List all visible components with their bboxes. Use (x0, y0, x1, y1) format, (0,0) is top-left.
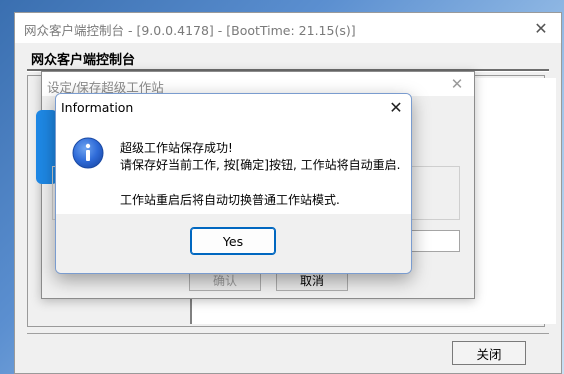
information-title: Information (61, 100, 134, 115)
information-icon (72, 137, 104, 169)
message-line-mode-switch: 工作站重启后将自动切换普通工作站模式. (120, 193, 340, 207)
console-close-button[interactable]: 关闭 (452, 341, 526, 365)
message-line-success: 超级工作站保存成功! (120, 141, 233, 155)
yes-button[interactable]: Yes (190, 227, 276, 255)
information-close-icon[interactable]: ✕ (381, 94, 411, 121)
desktop-background: 网众客户端控制台 - [9.0.0.4178] - [BootTime: 21.… (0, 0, 564, 374)
save-workstation-close-icon[interactable]: ✕ (444, 73, 470, 95)
console-close-icon[interactable]: ✕ (521, 13, 561, 43)
information-message-area: 超级工作站保存成功! 请保存好当前工作, 按[确定]按钮, 工作站将自动重启. … (56, 121, 411, 214)
information-dialog: Information ✕ 超级工作站保存成功! 请保存好当前工作, 按[确定]… (55, 93, 412, 274)
console-titlebar[interactable]: 网众客户端控制台 - [9.0.0.4178] - [BootTime: 21.… (15, 13, 561, 43)
information-titlebar[interactable]: Information ✕ (56, 94, 411, 121)
console-window-title: 网众客户端控制台 - [9.0.0.4178] - [BootTime: 21.… (24, 23, 356, 38)
footer-divider (27, 333, 549, 334)
console-heading: 网众客户端控制台 (31, 53, 136, 68)
message-line-instruction: 请保存好当前工作, 按[确定]按钮, 工作站将自动重启. (120, 158, 401, 172)
